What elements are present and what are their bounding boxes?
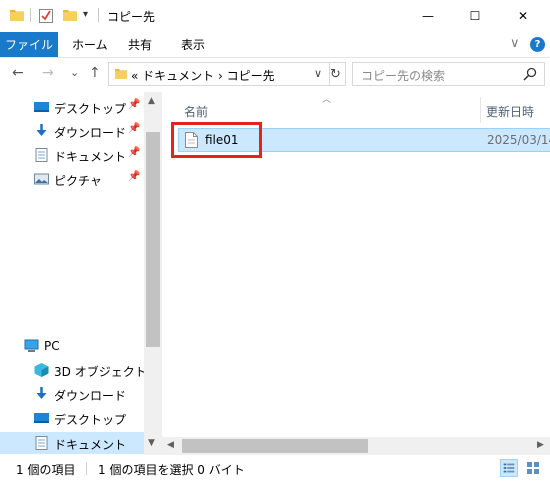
- 3d-objects-icon: [34, 363, 49, 377]
- scroll-right-button[interactable]: ▶: [537, 440, 544, 450]
- customize-quick-access-button[interactable]: ▾: [83, 9, 88, 20]
- sort-indicator: ︿: [322, 95, 332, 105]
- nav-item-pc[interactable]: PC: [0, 335, 144, 357]
- nav-item-label: 3D オブジェクト: [54, 365, 147, 379]
- recent-locations-button[interactable]: ⌄: [70, 66, 79, 79]
- quick-access-divider: [30, 8, 31, 22]
- file-list-horizontal-scrollbar[interactable]: ◀ ▶: [162, 437, 550, 455]
- download-icon: [36, 387, 47, 399]
- status-divider: [86, 462, 87, 475]
- window-title: コピー先: [107, 10, 156, 24]
- properties-icon[interactable]: [39, 8, 53, 23]
- folder-icon: [115, 69, 127, 79]
- title-divider: [98, 8, 99, 22]
- nav-item-downloads-pinned[interactable]: ダウンロード 📌: [0, 120, 144, 142]
- nav-item-desktop-pinned[interactable]: デスクトップ 📌: [0, 96, 144, 118]
- forward-button[interactable]: →: [42, 65, 54, 81]
- status-item-count: 1 個の項目: [16, 463, 76, 477]
- nav-item-label: デスクトップ: [54, 413, 127, 427]
- ribbon: ファイル ホーム 共有 表示 ∨ ?: [0, 31, 550, 58]
- desktop-icon: [34, 413, 49, 423]
- navigation-pane: デスクトップ 📌 ダウンロード 📌 ドキュメント 📌 ピクチャ 📌 PC 3D …: [0, 92, 162, 455]
- scroll-down-button[interactable]: ▼: [148, 438, 155, 448]
- title-bar: ▾ コピー先 — ☐ ✕: [0, 0, 550, 31]
- scroll-left-button[interactable]: ◀: [167, 440, 174, 450]
- tab-share[interactable]: 共有: [128, 36, 152, 53]
- nav-item-label: ピクチャ: [54, 174, 102, 188]
- maximize-button[interactable]: ☐: [452, 0, 498, 31]
- nav-item-label: ドキュメント: [54, 438, 127, 452]
- document-icon: [35, 148, 48, 162]
- navigation-bar: ← → ⌄ ↑ « ドキュメント › コピー先 ∨ ↻ コピー先の検索: [0, 58, 550, 92]
- search-box[interactable]: コピー先の検索: [352, 62, 545, 86]
- nav-item-label: ダウンロード: [54, 126, 127, 140]
- nav-item-documents-pinned[interactable]: ドキュメント 📌: [0, 144, 144, 166]
- pin-icon[interactable]: 📌: [128, 99, 140, 110]
- new-folder-icon[interactable]: [63, 9, 77, 21]
- search-icon[interactable]: [523, 67, 537, 81]
- address-bar[interactable]: « ドキュメント › コピー先 ∨: [108, 62, 330, 86]
- picture-icon: [34, 173, 49, 185]
- nav-item-desktop[interactable]: デスクトップ: [0, 407, 144, 429]
- pc-icon: [24, 339, 39, 352]
- nav-item-label: ドキュメント: [54, 150, 127, 164]
- folder-icon[interactable]: [10, 9, 24, 21]
- nav-item-label: デスクトップ: [54, 102, 127, 116]
- scrollbar-thumb[interactable]: [182, 439, 368, 453]
- nav-item-label: ダウンロード: [54, 389, 127, 403]
- help-icon[interactable]: ?: [530, 37, 545, 52]
- document-icon: [35, 436, 48, 450]
- details-view-icon[interactable]: [500, 459, 518, 477]
- column-header-modified[interactable]: 更新日時: [486, 103, 534, 120]
- nav-item-label: PC: [44, 339, 60, 353]
- close-button[interactable]: ✕: [500, 0, 546, 31]
- minimize-button[interactable]: —: [405, 0, 451, 31]
- tab-view[interactable]: 表示: [181, 36, 205, 53]
- nav-item-downloads[interactable]: ダウンロード: [0, 383, 144, 405]
- up-button[interactable]: ↑: [89, 65, 101, 81]
- pin-icon[interactable]: 📌: [128, 123, 140, 134]
- address-path[interactable]: « ドキュメント › コピー先: [131, 67, 275, 84]
- download-icon: [36, 124, 47, 136]
- tab-home[interactable]: ホーム: [72, 36, 108, 53]
- address-dropdown-button[interactable]: ∨: [314, 67, 322, 80]
- file-modified-date: 2025/03/14: [487, 133, 550, 147]
- annotation-highlight-box: [171, 122, 262, 158]
- desktop-icon: [34, 102, 49, 112]
- column-header-name[interactable]: 名前: [184, 103, 208, 120]
- tab-file[interactable]: ファイル: [0, 32, 58, 57]
- nav-pane-scrollbar[interactable]: ▲ ▼: [144, 92, 162, 455]
- large-icons-view-icon[interactable]: [524, 459, 542, 477]
- pin-icon[interactable]: 📌: [128, 147, 140, 158]
- refresh-button[interactable]: ↻: [326, 62, 346, 86]
- scrollbar-thumb[interactable]: [146, 132, 160, 347]
- nav-item-documents[interactable]: ドキュメント: [0, 432, 144, 454]
- search-input[interactable]: コピー先の検索: [361, 67, 445, 84]
- nav-item-pictures-pinned[interactable]: ピクチャ 📌: [0, 168, 144, 190]
- status-selection: 1 個の項目を選択 0 バイト: [98, 463, 245, 477]
- status-bar: 1 個の項目 1 個の項目を選択 0 バイト: [0, 455, 550, 481]
- expand-ribbon-button[interactable]: ∨: [510, 36, 520, 51]
- file-list-pane: ︿ 名前 更新日時 file01 2025/03/14 ◀ ▶: [162, 92, 550, 455]
- nav-item-3d-objects[interactable]: 3D オブジェクト: [0, 359, 147, 381]
- scroll-up-button[interactable]: ▲: [148, 96, 155, 106]
- column-divider[interactable]: [480, 97, 481, 123]
- back-button[interactable]: ←: [12, 65, 24, 81]
- pin-icon[interactable]: 📌: [128, 171, 140, 182]
